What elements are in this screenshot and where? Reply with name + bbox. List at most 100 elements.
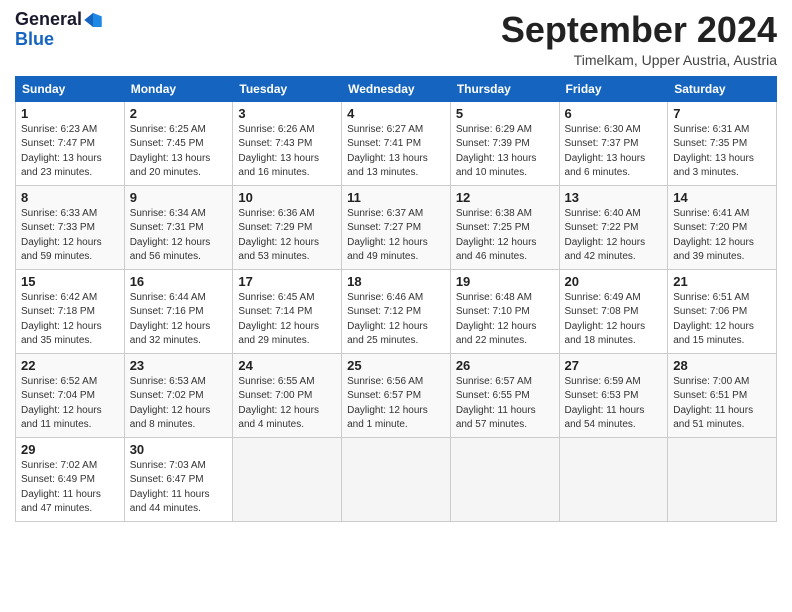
logo: General Blue: [15, 10, 102, 50]
day-info: Sunrise: 6:44 AM Sunset: 7:16 PM Dayligh…: [130, 291, 228, 349]
week-row-3: 15 Sunrise: 6:42 AM Sunset: 7:18 PM Dayli…: [16, 269, 777, 353]
day-info: Sunrise: 6:29 AM Sunset: 7:39 PM Dayligh…: [456, 123, 554, 181]
day-number: 7: [673, 106, 771, 121]
day-info: Sunrise: 7:03 AM Sunset: 6:47 PM Dayligh…: [130, 459, 228, 517]
calendar-cell: 29 Sunrise: 7:02 AM Sunset: 6:49 PM Dayli…: [16, 437, 125, 521]
day-info: Sunrise: 6:41 AM Sunset: 7:20 PM Dayligh…: [673, 207, 771, 265]
calendar-cell: 14 Sunrise: 6:41 AM Sunset: 7:20 PM Dayli…: [668, 185, 777, 269]
calendar-cell: 3Sunrise: 6:26 AM Sunset: 7:43 PM Daylig…: [233, 101, 342, 185]
day-info: Sunrise: 6:48 AM Sunset: 7:10 PM Dayligh…: [456, 291, 554, 349]
day-info: Sunrise: 6:38 AM Sunset: 7:25 PM Dayligh…: [456, 207, 554, 265]
calendar-cell: 2 Sunrise: 6:25 AM Sunset: 7:45 PM Daylig…: [124, 101, 233, 185]
day-info: Sunrise: 6:51 AM Sunset: 7:06 PM Dayligh…: [673, 291, 771, 349]
weekday-header-sunday: Sunday: [16, 76, 125, 101]
day-number: 21: [673, 274, 771, 289]
calendar-cell: 20 Sunrise: 6:49 AM Sunset: 7:08 PM Dayli…: [559, 269, 668, 353]
calendar-table: SundayMondayTuesdayWednesdayThursdayFrid…: [15, 76, 777, 522]
calendar-cell: 8 Sunrise: 6:33 AM Sunset: 7:33 PM Daylig…: [16, 185, 125, 269]
title-area: September 2024 Timelkam, Upper Austria, …: [501, 10, 777, 68]
day-number: 6: [565, 106, 663, 121]
calendar-cell: 4Sunrise: 6:27 AM Sunset: 7:41 PM Daylig…: [342, 101, 451, 185]
calendar-cell: 1 Sunrise: 6:23 AM Sunset: 7:47 PM Daylig…: [16, 101, 125, 185]
day-number: 14: [673, 190, 771, 205]
calendar-cell: [342, 437, 451, 521]
day-number: 24: [238, 358, 336, 373]
calendar-cell: 24 Sunrise: 6:55 AM Sunset: 7:00 PM Dayli…: [233, 353, 342, 437]
day-number: 15: [21, 274, 119, 289]
logo-general: General: [15, 9, 82, 29]
day-number: 12: [456, 190, 554, 205]
calendar-cell: 19 Sunrise: 6:48 AM Sunset: 7:10 PM Dayli…: [450, 269, 559, 353]
day-info: Sunrise: 6:34 AM Sunset: 7:31 PM Dayligh…: [130, 207, 228, 265]
day-info: Sunrise: 6:27 AM Sunset: 7:41 PM Dayligh…: [347, 123, 445, 181]
day-info: Sunrise: 7:00 AM Sunset: 6:51 PM Dayligh…: [673, 375, 771, 433]
calendar-cell: 23Sunrise: 6:53 AM Sunset: 7:02 PM Dayli…: [124, 353, 233, 437]
day-info: Sunrise: 6:33 AM Sunset: 7:33 PM Dayligh…: [21, 207, 119, 265]
logo-blue: Blue: [15, 30, 54, 50]
day-number: 11: [347, 190, 445, 205]
day-number: 3: [238, 106, 336, 121]
calendar-cell: 25Sunrise: 6:56 AM Sunset: 6:57 PM Dayli…: [342, 353, 451, 437]
day-number: 20: [565, 274, 663, 289]
day-number: 17: [238, 274, 336, 289]
calendar-cell: 16 Sunrise: 6:44 AM Sunset: 7:16 PM Dayli…: [124, 269, 233, 353]
day-number: 27: [565, 358, 663, 373]
day-info: Sunrise: 6:46 AM Sunset: 7:12 PM Dayligh…: [347, 291, 445, 349]
week-row-4: 22 Sunrise: 6:52 AM Sunset: 7:04 PM Dayli…: [16, 353, 777, 437]
calendar-cell: 5Sunrise: 6:29 AM Sunset: 7:39 PM Daylig…: [450, 101, 559, 185]
calendar-cell: [559, 437, 668, 521]
day-info: Sunrise: 6:52 AM Sunset: 7:04 PM Dayligh…: [21, 375, 119, 433]
week-row-5: 29 Sunrise: 7:02 AM Sunset: 6:49 PM Dayli…: [16, 437, 777, 521]
weekday-header-saturday: Saturday: [668, 76, 777, 101]
day-number: 18: [347, 274, 445, 289]
calendar-cell: 6 Sunrise: 6:30 AM Sunset: 7:37 PM Daylig…: [559, 101, 668, 185]
day-info: Sunrise: 6:25 AM Sunset: 7:45 PM Dayligh…: [130, 123, 228, 181]
calendar-cell: 12 Sunrise: 6:38 AM Sunset: 7:25 PM Dayli…: [450, 185, 559, 269]
day-info: Sunrise: 6:30 AM Sunset: 7:37 PM Dayligh…: [565, 123, 663, 181]
calendar-cell: [450, 437, 559, 521]
day-number: 2: [130, 106, 228, 121]
day-info: Sunrise: 6:57 AM Sunset: 6:55 PM Dayligh…: [456, 375, 554, 433]
calendar-cell: 28Sunrise: 7:00 AM Sunset: 6:51 PM Dayli…: [668, 353, 777, 437]
day-number: 22: [21, 358, 119, 373]
page-header: General Blue September 2024 Timelkam, Up…: [15, 10, 777, 68]
calendar-cell: 27 Sunrise: 6:59 AM Sunset: 6:53 PM Dayli…: [559, 353, 668, 437]
day-info: Sunrise: 6:31 AM Sunset: 7:35 PM Dayligh…: [673, 123, 771, 181]
day-info: Sunrise: 6:36 AM Sunset: 7:29 PM Dayligh…: [238, 207, 336, 265]
calendar-cell: 15 Sunrise: 6:42 AM Sunset: 7:18 PM Dayli…: [16, 269, 125, 353]
calendar-cell: 10 Sunrise: 6:36 AM Sunset: 7:29 PM Dayli…: [233, 185, 342, 269]
weekday-header-thursday: Thursday: [450, 76, 559, 101]
day-info: Sunrise: 6:59 AM Sunset: 6:53 PM Dayligh…: [565, 375, 663, 433]
week-row-2: 8 Sunrise: 6:33 AM Sunset: 7:33 PM Daylig…: [16, 185, 777, 269]
calendar-cell: 18 Sunrise: 6:46 AM Sunset: 7:12 PM Dayli…: [342, 269, 451, 353]
day-number: 16: [130, 274, 228, 289]
calendar-cell: 9 Sunrise: 6:34 AM Sunset: 7:31 PM Daylig…: [124, 185, 233, 269]
day-info: Sunrise: 6:40 AM Sunset: 7:22 PM Dayligh…: [565, 207, 663, 265]
day-info: Sunrise: 6:53 AM Sunset: 7:02 PM Dayligh…: [130, 375, 228, 433]
day-info: Sunrise: 7:02 AM Sunset: 6:49 PM Dayligh…: [21, 459, 119, 517]
calendar-cell: 21 Sunrise: 6:51 AM Sunset: 7:06 PM Dayli…: [668, 269, 777, 353]
calendar-cell: 17 Sunrise: 6:45 AM Sunset: 7:14 PM Dayli…: [233, 269, 342, 353]
day-info: Sunrise: 6:42 AM Sunset: 7:18 PM Dayligh…: [21, 291, 119, 349]
day-info: Sunrise: 6:49 AM Sunset: 7:08 PM Dayligh…: [565, 291, 663, 349]
day-number: 8: [21, 190, 119, 205]
day-info: Sunrise: 6:45 AM Sunset: 7:14 PM Dayligh…: [238, 291, 336, 349]
calendar-cell: 22 Sunrise: 6:52 AM Sunset: 7:04 PM Dayli…: [16, 353, 125, 437]
day-info: Sunrise: 6:23 AM Sunset: 7:47 PM Dayligh…: [21, 123, 119, 181]
day-number: 19: [456, 274, 554, 289]
day-number: 13: [565, 190, 663, 205]
week-row-1: 1 Sunrise: 6:23 AM Sunset: 7:47 PM Daylig…: [16, 101, 777, 185]
calendar-cell: [668, 437, 777, 521]
weekday-header-row: SundayMondayTuesdayWednesdayThursdayFrid…: [16, 76, 777, 101]
day-number: 29: [21, 442, 119, 457]
day-number: 26: [456, 358, 554, 373]
day-number: 10: [238, 190, 336, 205]
calendar-cell: 30Sunrise: 7:03 AM Sunset: 6:47 PM Dayli…: [124, 437, 233, 521]
calendar-cell: 13 Sunrise: 6:40 AM Sunset: 7:22 PM Dayli…: [559, 185, 668, 269]
day-number: 1: [21, 106, 119, 121]
calendar-cell: [233, 437, 342, 521]
day-number: 9: [130, 190, 228, 205]
day-info: Sunrise: 6:55 AM Sunset: 7:00 PM Dayligh…: [238, 375, 336, 433]
calendar-cell: 7 Sunrise: 6:31 AM Sunset: 7:35 PM Daylig…: [668, 101, 777, 185]
calendar-cell: 26 Sunrise: 6:57 AM Sunset: 6:55 PM Dayli…: [450, 353, 559, 437]
